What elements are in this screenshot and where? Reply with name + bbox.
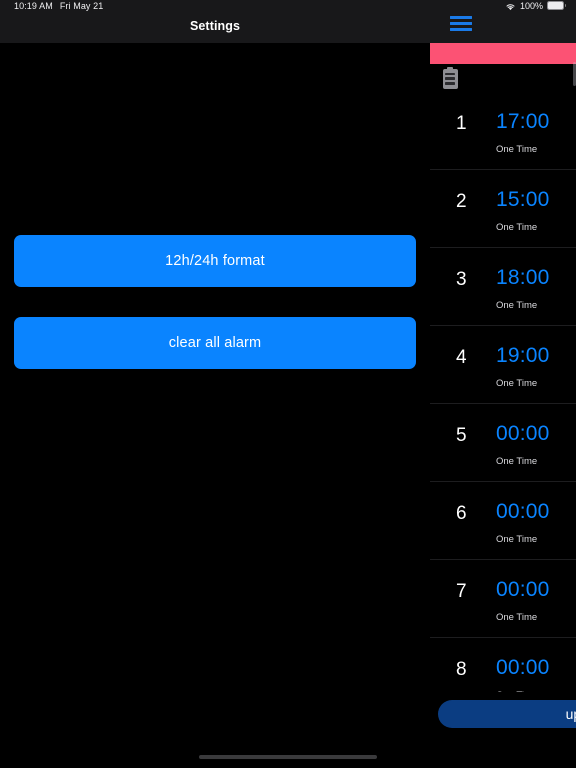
alarm-list-pane: 1 17:00 One Time 2 15:00 One Time 3 18:0… (430, 0, 576, 768)
alarm-index: 6 (456, 503, 467, 524)
alarm-row[interactable]: 8 00:00 One Time (430, 638, 576, 692)
alarm-row[interactable]: 1 17:00 One Time (430, 92, 576, 170)
alarm-repeat: One Time (496, 222, 538, 233)
clear-all-alarm-button[interactable]: clear all alarm (14, 317, 416, 369)
alarm-row[interactable]: 7 00:00 One Time (430, 560, 576, 638)
battery-status-icon (438, 64, 462, 92)
hamburger-menu-icon[interactable] (450, 16, 472, 31)
hamburger-line (450, 28, 472, 31)
settings-pane: Settings 12h/24h format clear all alarm (0, 0, 430, 768)
hamburger-line (450, 22, 472, 25)
update-button[interactable]: upd (438, 700, 576, 728)
alarm-index: 2 (456, 191, 467, 212)
alarm-repeat: One Time (496, 456, 538, 467)
screen-root: Settings 12h/24h format clear all alarm (0, 0, 576, 768)
scrollbar-thumb[interactable] (573, 62, 576, 86)
page-title: Settings (189, 19, 241, 33)
alarm-time[interactable]: 17:00 (496, 110, 550, 134)
accent-bar (430, 43, 576, 64)
alarm-index: 4 (456, 347, 467, 368)
alarm-list[interactable]: 1 17:00 One Time 2 15:00 One Time 3 18:0… (430, 92, 576, 692)
battery-segment (445, 77, 455, 81)
alarm-index: 1 (456, 113, 467, 134)
alarm-time[interactable]: 19:00 (496, 344, 550, 368)
alarm-time[interactable]: 18:00 (496, 266, 550, 290)
alarm-repeat: One Time (496, 300, 538, 311)
alarm-repeat: One Time (496, 612, 538, 623)
settings-content: 12h/24h format clear all alarm (0, 43, 430, 768)
alarm-time[interactable]: 00:00 (496, 656, 550, 680)
battery-segment (445, 81, 455, 85)
alarm-row[interactable]: 6 00:00 One Time (430, 482, 576, 560)
alarm-repeat: One Time (496, 534, 538, 545)
alarm-row[interactable]: 2 15:00 One Time (430, 170, 576, 248)
alarm-index: 5 (456, 425, 467, 446)
alarm-index: 3 (456, 269, 467, 290)
alarm-repeat: One Time (496, 378, 538, 389)
alarm-time[interactable]: 00:00 (496, 578, 550, 602)
alarm-row[interactable]: 4 19:00 One Time (430, 326, 576, 404)
alarm-row[interactable]: 5 00:00 One Time (430, 404, 576, 482)
hamburger-line (450, 16, 472, 19)
alarm-time[interactable]: 15:00 (496, 188, 550, 212)
battery-glyph (442, 67, 458, 89)
alarm-index: 7 (456, 581, 467, 602)
alarm-time[interactable]: 00:00 (496, 500, 550, 524)
alarm-time[interactable]: 00:00 (496, 422, 550, 446)
alarm-index: 8 (456, 659, 467, 680)
format-toggle-button[interactable]: 12h/24h format (14, 235, 416, 287)
home-indicator[interactable] (199, 754, 377, 759)
alarm-row[interactable]: 3 18:00 One Time (430, 248, 576, 326)
alarm-repeat: One Time (496, 144, 538, 155)
alarm-repeat: One Time (496, 690, 537, 692)
